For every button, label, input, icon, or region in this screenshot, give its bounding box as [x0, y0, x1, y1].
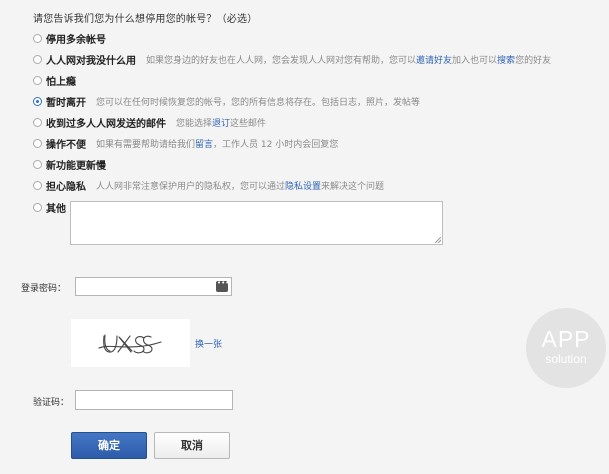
option-label: 其他: [46, 203, 66, 215]
option-privacy-concern[interactable]: 担心隐私 人人网非常注意保护用户的隐私权，您可以通过隐私设置来解决这个问题: [33, 177, 384, 193]
description-text: 加入也可以: [452, 55, 498, 66]
password-key-icon: [216, 279, 229, 292]
password-label: 登录密码：: [21, 284, 67, 294]
question-title: 请您告诉我们您为什么想停用您的帐号？（必选）: [33, 14, 258, 25]
cancel-button[interactable]: 取消: [154, 432, 230, 459]
privacy-settings-link[interactable]: 隐私设置: [285, 182, 321, 192]
radio-button[interactable]: [33, 159, 42, 169]
description-text: 您能选择: [176, 118, 213, 129]
description-text: 人人网非常注意保护用户的隐私权，您可以通过: [96, 181, 286, 192]
option-description: 人人网非常注意保护用户的隐私权，您可以通过隐私设置来解决这个问题: [96, 179, 384, 192]
option-slow-updates[interactable]: 新功能更新慢: [33, 156, 106, 172]
description-text: 这些邮件: [230, 118, 267, 129]
watermark-subtitle: solution: [545, 352, 587, 366]
option-not-useful[interactable]: 人人网对我没什么用 如果您身边的好友也在人人网，您会发现人人网对您有帮助，您可以…: [33, 51, 551, 67]
unsubscribe-link[interactable]: 退订: [212, 119, 230, 129]
option-description: 您可以在任何时候恢复您的帐号，您的所有信息将存在。包括日志，照片，发帖等: [96, 97, 421, 108]
watermark-title: APP: [541, 326, 591, 352]
option-label: 收到过多人人网发送的邮件: [46, 118, 166, 130]
description-text: ，工作人员 12 小时内会回复您: [213, 139, 339, 150]
radio-button[interactable]: [33, 180, 42, 190]
option-other[interactable]: 其他: [33, 199, 66, 215]
radio-button[interactable]: [33, 117, 42, 127]
other-reason-textarea[interactable]: [70, 201, 443, 245]
captcha-code-input[interactable]: [75, 390, 233, 410]
confirm-button[interactable]: 确定: [71, 432, 147, 459]
option-label: 停用多余帐号: [46, 34, 106, 46]
option-description: 如果您身边的好友也在人人网，您会发现人人网对您有帮助，您可以邀请好友加入也可以搜…: [146, 53, 551, 66]
leave-message-link[interactable]: 留言: [195, 140, 213, 150]
captcha-glyphs: [98, 334, 162, 354]
captcha-code-label: 验证码：: [33, 398, 70, 408]
resize-grip-icon[interactable]: [435, 237, 441, 243]
radio-button[interactable]: [33, 33, 42, 43]
radio-button[interactable]: [33, 75, 42, 85]
radio-button[interactable]: [33, 202, 42, 212]
option-label: 操作不便: [46, 139, 86, 151]
radio-button[interactable]: [33, 54, 42, 64]
password-input[interactable]: [75, 277, 232, 296]
option-label: 新功能更新慢: [46, 160, 106, 172]
option-description: 您能选择退订这些邮件: [176, 116, 266, 129]
option-too-many-emails[interactable]: 收到过多人人网发送的邮件 您能选择退订这些邮件: [33, 114, 266, 130]
option-extra-account[interactable]: 停用多余帐号: [33, 30, 106, 46]
option-description: 如果有需要帮助请给我们留言，工作人员 12 小时内会回复您: [96, 137, 338, 150]
radio-button[interactable]: [33, 138, 42, 148]
watermark-logo: APP solution: [526, 308, 606, 388]
search-link[interactable]: 搜索: [497, 56, 515, 66]
option-label: 担心隐私: [46, 181, 86, 193]
option-addiction[interactable]: 怕上瘾: [33, 72, 76, 88]
refresh-captcha-link[interactable]: 换一张: [195, 337, 222, 350]
description-text: 您的好友: [515, 55, 552, 66]
option-label: 人人网对我没什么用: [46, 55, 136, 67]
option-temporary-leave[interactable]: 暂时离开 您可以在任何时候恢复您的帐号，您的所有信息将存在。包括日志，照片，发帖…: [33, 93, 420, 109]
description-text: 来解决这个问题: [321, 181, 385, 192]
invite-friends-link[interactable]: 邀请好友: [416, 56, 452, 66]
description-text: 如果您身边的好友也在人人网，您会发现人人网对您有帮助，您可以: [146, 55, 417, 66]
description-text: 如果有需要帮助请给我们: [96, 139, 196, 150]
radio-button-selected[interactable]: [33, 96, 42, 106]
option-label: 怕上瘾: [46, 76, 76, 88]
option-hard-to-use[interactable]: 操作不便 如果有需要帮助请给我们留言，工作人员 12 小时内会回复您: [33, 135, 338, 151]
option-label: 暂时离开: [46, 97, 86, 109]
captcha-image: [71, 319, 190, 367]
